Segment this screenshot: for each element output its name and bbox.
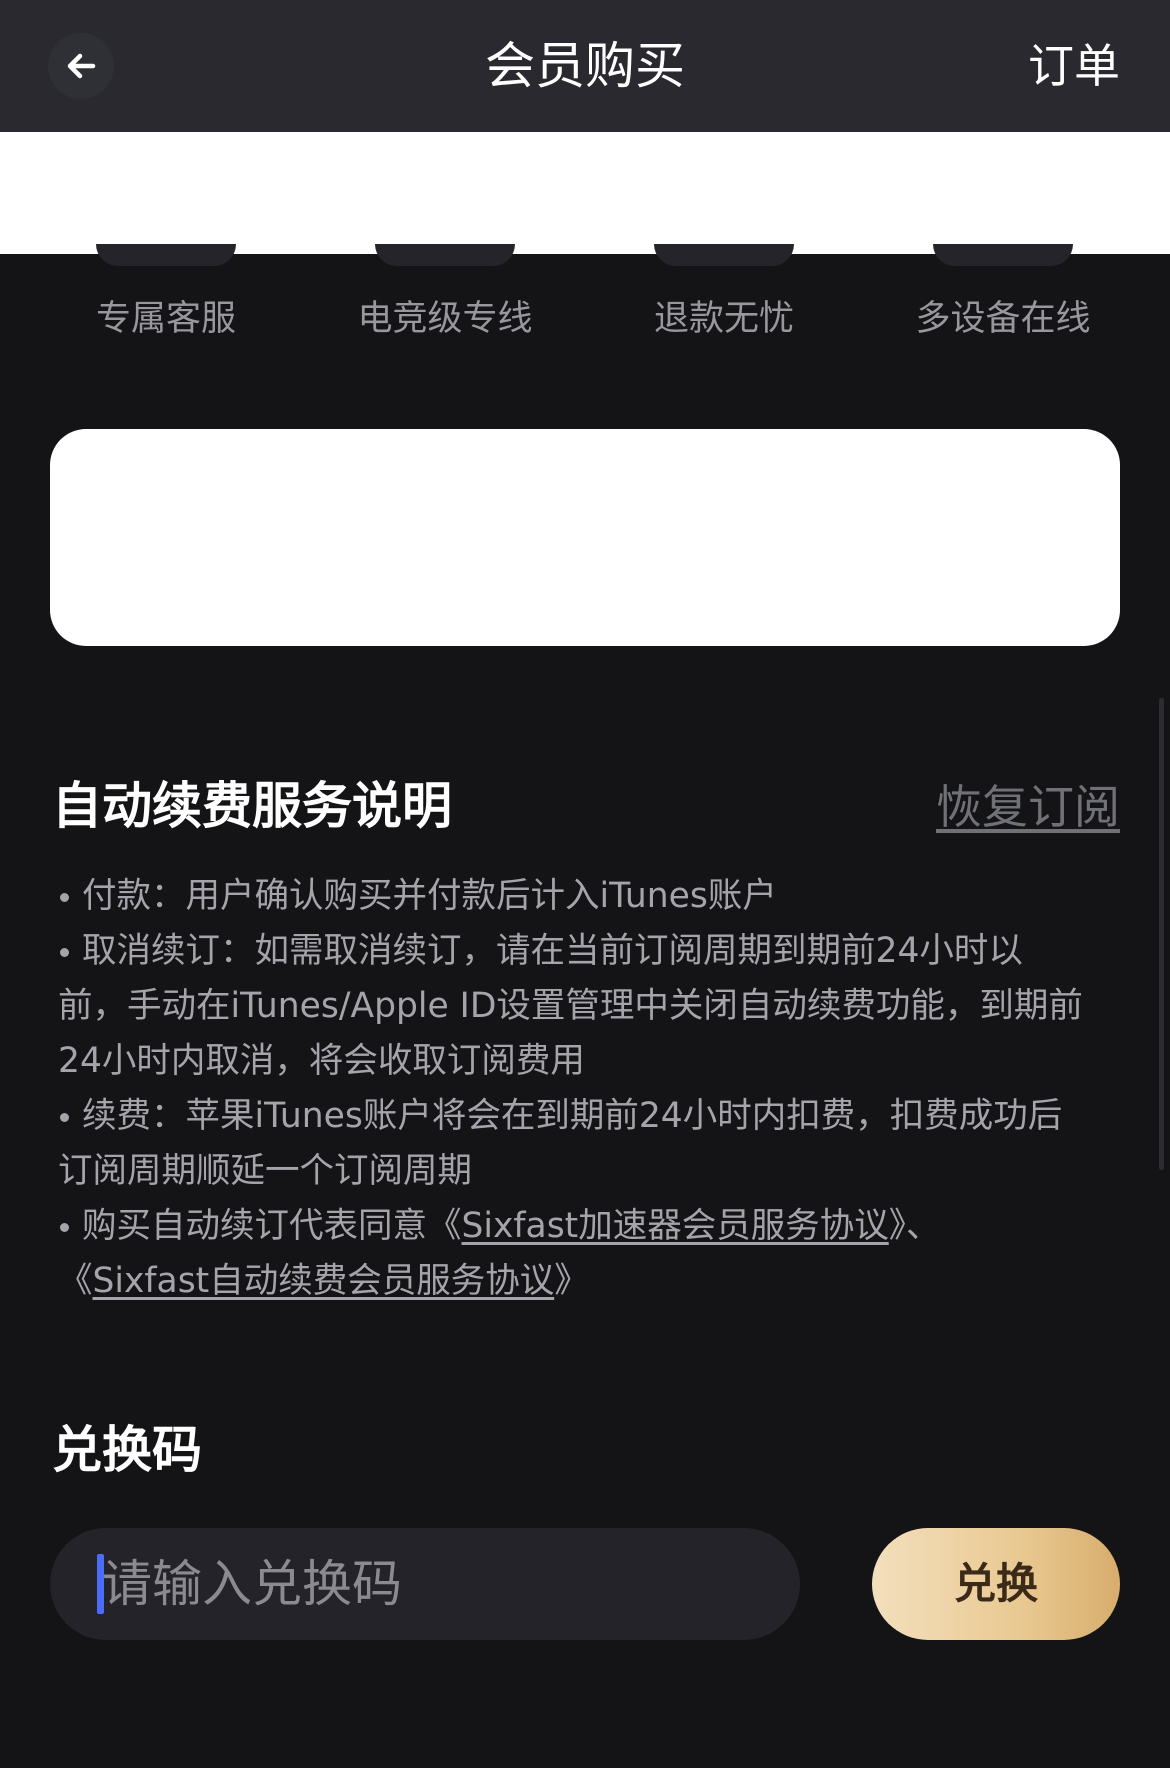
support-icon xyxy=(96,244,236,266)
renewal-notes: 付款：用户确认购买并付款后计入iTunes账户 取消续订：如需取消续订，请在当前… xyxy=(58,869,1118,1309)
note-text: 付款：用户确认购买并付款后计入iTunes账户 xyxy=(82,876,777,916)
member-service-agreement-link[interactable]: Sixfast加速器会员服务协议 xyxy=(462,1206,889,1246)
top-nav-bar: 会员购买 订单 xyxy=(0,0,1170,132)
membership-banner xyxy=(0,132,1170,254)
member-purchase-page: 会员购买 订单 专属客服 电竞级专线 退款无忧 多设备在线 自动续费服务说明 恢… xyxy=(0,0,1170,1768)
note-text: 24小时内取消，将会收取订阅费用 xyxy=(58,1041,585,1081)
note-agreements: 购买自动续订代表同意《Sixfast加速器会员服务协议》、 《Sixfast自动… xyxy=(58,1199,1118,1309)
feature-label: 电竞级专线 xyxy=(357,299,533,339)
note-text: 续费：苹果iTunes账户将会在到期前24小时内扣费，扣费成功后 xyxy=(82,1096,1063,1136)
feature-item-esports-line: 电竞级专线 xyxy=(315,244,575,344)
redeem-code-input[interactable]: 请输入兑换码 xyxy=(50,1528,800,1640)
scrollbar[interactable] xyxy=(1159,698,1164,1170)
redeem-button[interactable]: 兑换 xyxy=(872,1528,1120,1640)
feature-item-support: 专属客服 xyxy=(36,244,296,344)
feature-item-multi-device: 多设备在线 xyxy=(873,244,1133,344)
plan-card[interactable] xyxy=(50,429,1120,646)
note-payment: 付款：用户确认购买并付款后计入iTunes账户 xyxy=(58,869,1118,924)
feature-label: 专属客服 xyxy=(95,299,236,339)
note-cancel: 取消续订：如需取消续订，请在当前订阅周期到期前24小时以 前，手动在iTunes… xyxy=(58,924,1118,1089)
note-text: 取消续订：如需取消续订，请在当前订阅周期到期前24小时以 xyxy=(82,931,1023,971)
refund-icon xyxy=(654,244,794,266)
page-title: 会员购买 xyxy=(485,37,685,95)
feature-label: 退款无忧 xyxy=(653,299,794,339)
multi-device-icon xyxy=(933,244,1073,266)
esports-line-icon xyxy=(375,244,515,266)
renewal-section-title: 自动续费服务说明 xyxy=(52,777,452,835)
note-renewal-fee: 续费：苹果iTunes账户将会在到期前24小时内扣费，扣费成功后 订阅周期顺延一… xyxy=(58,1089,1118,1199)
note-text: 》、 xyxy=(888,1206,941,1246)
auto-renewal-agreement-link[interactable]: Sixfast自动续费会员服务协议 xyxy=(93,1261,555,1301)
note-text: 》 xyxy=(554,1261,589,1301)
restore-subscription-link[interactable]: 恢复订阅 xyxy=(936,771,1120,837)
note-text: 购买自动续订代表同意《 xyxy=(82,1206,462,1246)
feature-label: 多设备在线 xyxy=(915,299,1091,339)
note-text: 前，手动在iTunes/Apple ID设置管理中关闭自动续费功能，到期前 xyxy=(58,986,1083,1026)
orders-button[interactable]: 订单 xyxy=(1028,0,1120,132)
redeem-section-title: 兑换码 xyxy=(52,1421,202,1479)
feature-item-refund: 退款无忧 xyxy=(594,244,854,344)
note-text: 订阅周期顺延一个订阅周期 xyxy=(58,1151,472,1191)
note-text: 《 xyxy=(58,1261,93,1301)
redeem-input-placeholder: 请输入兑换码 xyxy=(102,1555,402,1613)
